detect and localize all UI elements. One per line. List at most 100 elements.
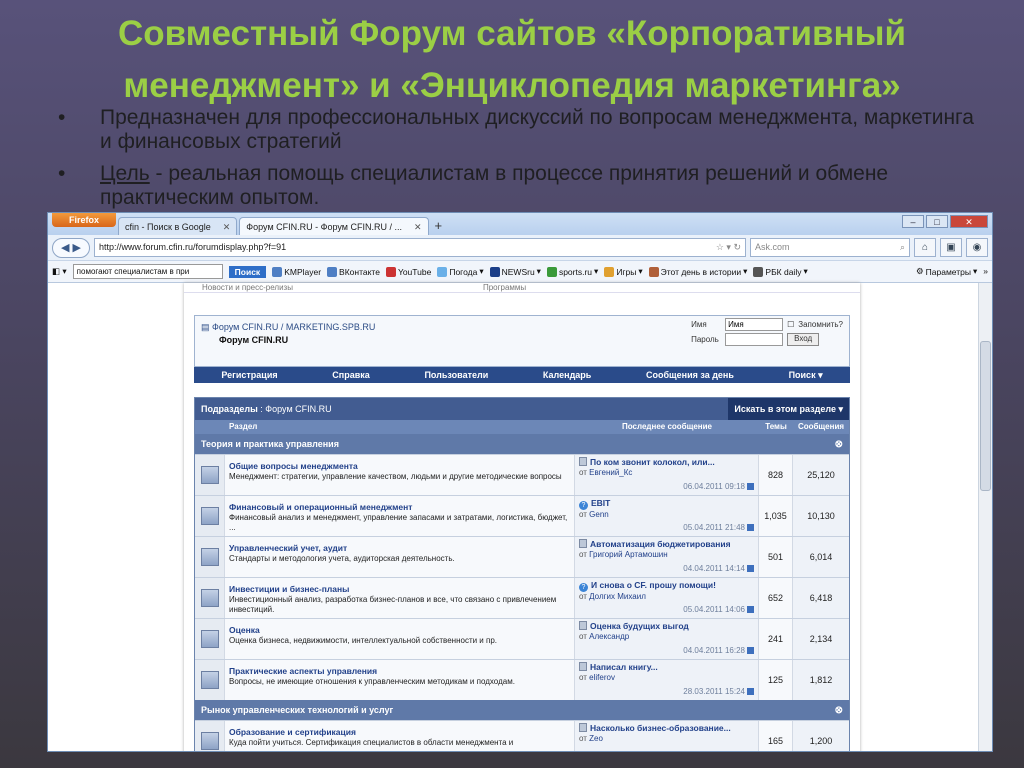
go-to-post-icon[interactable] <box>747 688 754 695</box>
topics-count: 828 <box>759 455 793 495</box>
collapse-icon[interactable]: ⊗ <box>835 705 843 716</box>
toolbar-search-button[interactable]: Поиск <box>228 265 267 278</box>
breadcrumb-link[interactable]: Форум CFIN.RU / MARKETING.SPB.RU <box>212 322 375 332</box>
password-field[interactable] <box>725 333 784 346</box>
go-to-post-icon[interactable] <box>747 647 754 654</box>
minimize-button[interactable]: – <box>902 215 924 228</box>
search-in-section-button[interactable]: Искать в этом разделе ▾ <box>728 398 849 420</box>
go-to-post-icon[interactable] <box>747 524 754 531</box>
toolbar-item-youtube[interactable]: YouTube <box>385 266 431 277</box>
menu-help[interactable]: Справка <box>332 370 369 380</box>
firefox-menu-button[interactable]: Firefox <box>52 213 116 227</box>
toolbar-item-weather[interactable]: Погода ▾ <box>437 266 484 277</box>
posts-count: 2,134 <box>793 619 849 659</box>
toolbar-item-vkontakte[interactable]: ВКонтакте <box>327 266 380 277</box>
last-post-author[interactable]: eliferov <box>589 673 615 682</box>
username-field[interactable] <box>725 318 784 331</box>
maximize-button[interactable]: □ <box>926 215 948 228</box>
toolbar-params-button[interactable]: ⚙ Параметры ▾ <box>916 266 977 277</box>
ask-toolbar: ◧ ▾ помогают специалистам в при Поиск KM… <box>48 261 992 283</box>
search-input[interactable]: Ask.com ⌕ <box>750 238 910 257</box>
posts-count: 25,120 <box>793 455 849 495</box>
go-to-post-icon[interactable] <box>747 606 754 613</box>
note-icon <box>579 621 587 630</box>
games-icon <box>604 266 615 277</box>
last-post-link[interactable]: EBIT <box>591 498 610 508</box>
menu-calendar[interactable]: Календарь <box>543 370 591 380</box>
collapse-icon[interactable]: ⊗ <box>835 439 843 450</box>
last-post-link[interactable]: Оценка будущих выгод <box>590 621 689 631</box>
last-post-author[interactable]: Евгений_Кс <box>589 468 632 477</box>
login-button[interactable]: Вход <box>787 333 820 346</box>
last-post-author[interactable]: Григорий Артамошин <box>589 550 668 559</box>
forum-icon <box>200 630 219 648</box>
posts-count: 6,418 <box>793 578 849 618</box>
toolbar-item-games[interactable]: Игры ▾ <box>604 266 643 277</box>
tab-forum[interactable]: Форум CFIN.RU - Форум CFIN.RU / ... ✕ <box>239 217 429 236</box>
last-post-author[interactable]: Zeo <box>589 734 603 743</box>
home-icon[interactable]: ⌂ <box>914 238 936 257</box>
last-post-date: 06.04.2011 <box>683 482 723 491</box>
last-post-author[interactable]: Genn <box>589 510 609 519</box>
vertical-scrollbar[interactable] <box>978 283 992 751</box>
weather-icon <box>437 266 448 277</box>
last-post-link[interactable]: Написал книгу... <box>590 662 658 672</box>
bullet-text: Предназначен для профессиональных дискус… <box>100 106 974 153</box>
last-post-link[interactable]: По ком звонит колокол, или... <box>590 457 715 467</box>
toolbar-item-sports[interactable]: sports.ru ▾ <box>546 266 598 277</box>
url-bar[interactable]: http://www.forum.cfin.ru/forumdisplay.ph… <box>94 238 746 257</box>
forum-icon <box>200 548 219 566</box>
last-post-link[interactable]: И снова о CF. прошу помощи! <box>591 580 716 590</box>
menu-today-posts[interactable]: Сообщения за день <box>646 370 734 380</box>
last-post-link[interactable]: Насколько бизнес-образование... <box>590 723 731 733</box>
category-title[interactable]: Рынок управленческих технологий и услуг <box>201 705 393 715</box>
category-title[interactable]: Теория и практика управления <box>201 439 339 449</box>
last-post-time: 14:14 <box>724 564 745 573</box>
scrollbar-thumb[interactable] <box>980 341 991 491</box>
forum-title-link[interactable]: Финансовый и операционный менеджмент <box>229 502 570 512</box>
close-icon[interactable]: ✕ <box>414 218 422 236</box>
chevron-more-icon[interactable]: » <box>983 266 988 277</box>
toolbar-item-rbc[interactable]: РБК daily ▾ <box>753 266 808 277</box>
posts-count: 1,200 <box>793 721 849 751</box>
forum-title-link[interactable]: Инвестиции и бизнес-планы <box>229 584 570 594</box>
window-close-button[interactable]: ✕ <box>950 215 988 228</box>
search-icon[interactable]: ⌕ <box>900 239 905 256</box>
go-to-post-icon[interactable] <box>747 483 754 490</box>
menu-search[interactable]: Поиск ▾ <box>789 370 823 381</box>
back-forward-button[interactable]: ◀ ▶ <box>52 237 90 258</box>
go-to-post-icon[interactable] <box>747 565 754 572</box>
last-post-author[interactable]: Долгих Михаил <box>589 592 646 601</box>
forum-title-link[interactable]: Образование и сертификация <box>229 727 570 737</box>
category-header: Теория и практика управления ⊗ <box>195 434 849 454</box>
toolbar-search-input[interactable]: помогают специалистам в при <box>72 264 223 279</box>
login-form: Имя ☐ Запомнить? Пароль Вход <box>691 318 843 348</box>
forum-icon <box>200 466 219 484</box>
last-post-author[interactable]: Александр <box>589 632 629 641</box>
menu-users[interactable]: Пользователи <box>424 370 488 380</box>
remember-checkbox[interactable]: ☐ <box>787 320 794 329</box>
last-post-link[interactable]: Автоматизация бюджетирования <box>590 539 731 549</box>
menu-register[interactable]: Регистрация <box>221 370 277 380</box>
forum-title-link[interactable]: Управленческий учет, аудит <box>229 543 570 553</box>
forum-title-link[interactable]: Общие вопросы менеджмента <box>229 461 570 471</box>
addon-icon[interactable]: ◉ <box>966 238 988 257</box>
bullet-item: Цель - реальная помощь специалистам в пр… <box>58 162 978 210</box>
top-tab-programs[interactable]: Программы <box>483 283 526 292</box>
screenshot-icon[interactable]: ▣ <box>940 238 962 257</box>
toolbar-item-kmplayer[interactable]: KMPlayer <box>272 266 321 277</box>
last-post-time: 09:18 <box>724 482 745 491</box>
toolbar-item-history[interactable]: Этот день в истории ▾ <box>648 266 747 277</box>
forum-title-link[interactable]: Практические аспекты управления <box>229 666 570 676</box>
tab-bar: Firefox cfin - Поиск в Google ✕ Форум CF… <box>48 213 992 235</box>
forum-title-link[interactable]: Оценка <box>229 625 570 635</box>
top-tab-news[interactable]: Новости и пресс-релизы <box>202 283 293 292</box>
forum-icon <box>200 589 219 607</box>
page-viewport: Новости и пресс-релизы Программы ▤ Форум… <box>48 283 992 751</box>
bookmark-star-icon[interactable]: ☆ ▾ ↻ <box>716 239 745 256</box>
new-tab-button[interactable]: + <box>429 217 449 235</box>
toolbar-item-newsru[interactable]: NEWSru ▾ <box>489 266 541 277</box>
tab-google[interactable]: cfin - Поиск в Google ✕ <box>118 217 238 236</box>
ask-logo-icon[interactable]: ◧ ▾ <box>52 266 67 277</box>
close-icon[interactable]: ✕ <box>223 218 231 236</box>
